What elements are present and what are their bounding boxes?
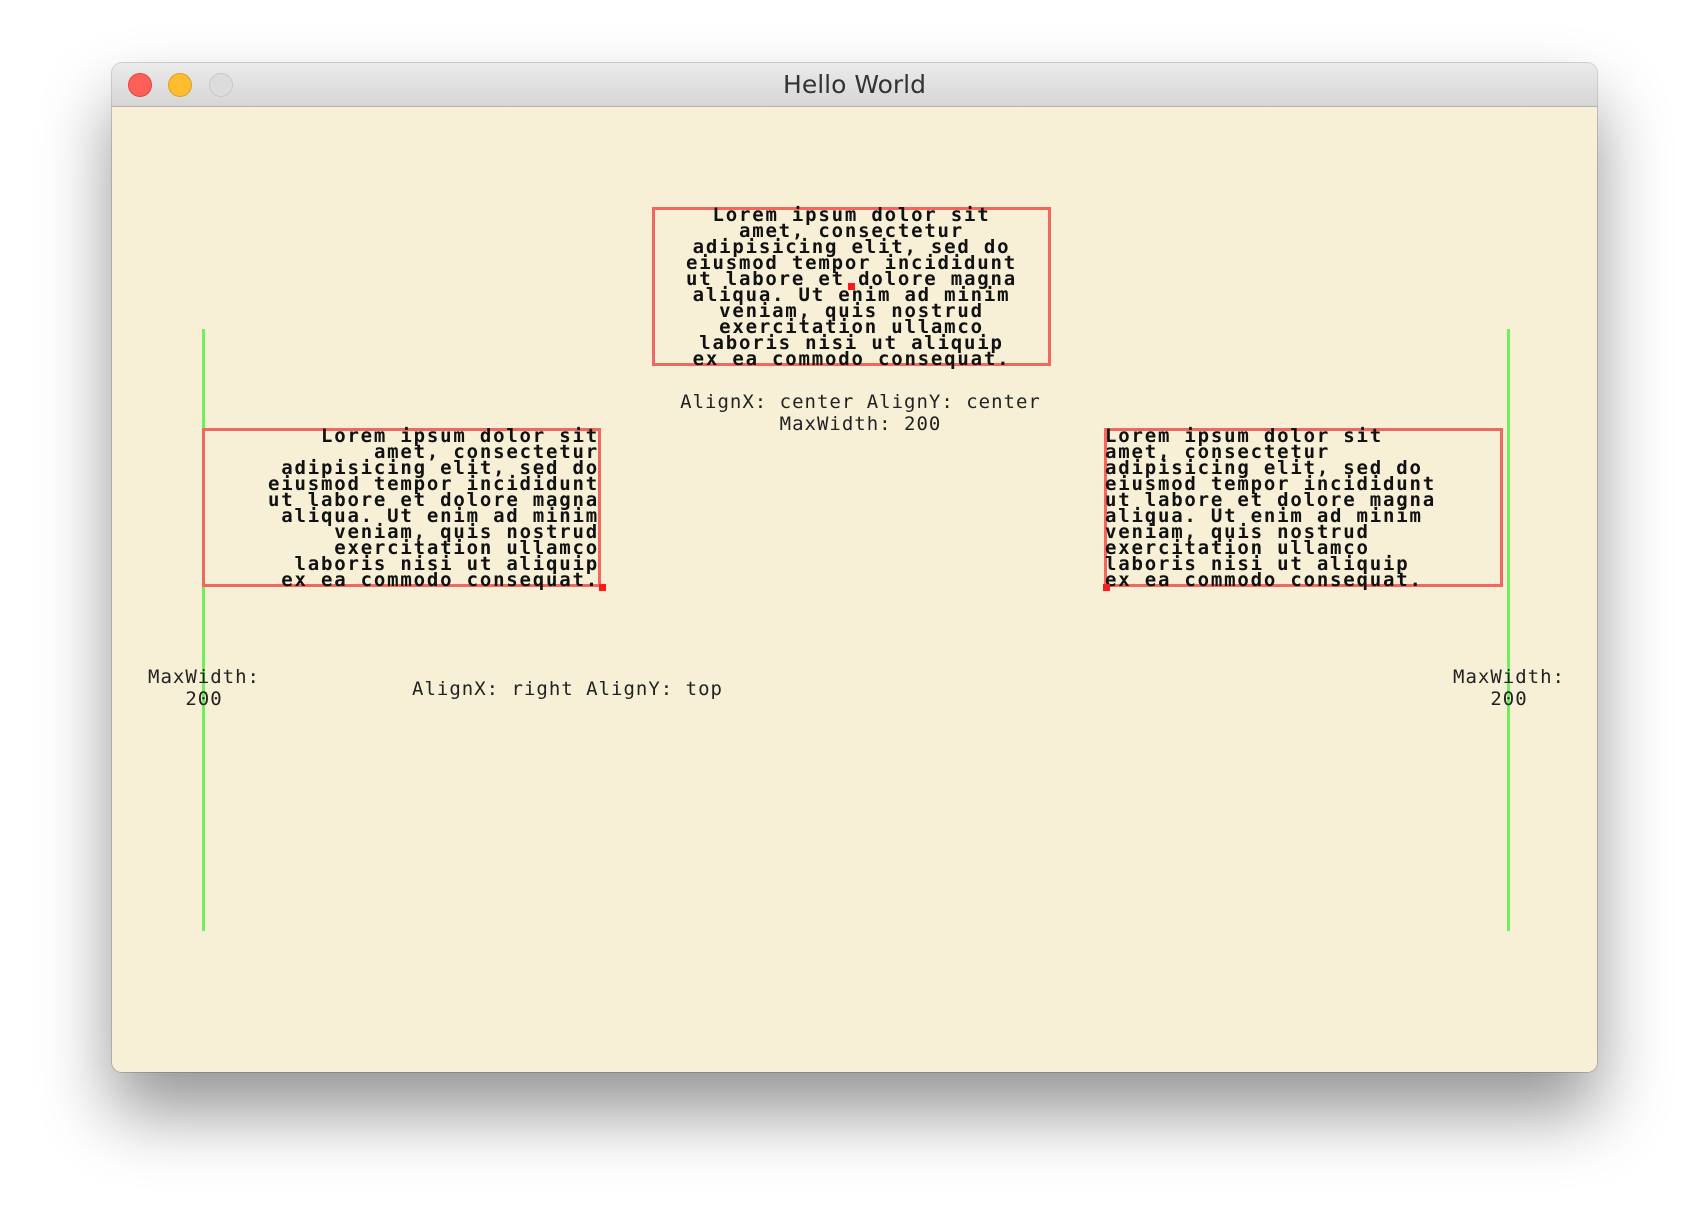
top-anchor-dot (848, 283, 855, 290)
render-canvas: Lorem ipsum dolor sit amet, consectetur ad… (112, 107, 1597, 1072)
left-lorem-line: ex ea commodo consequat. (281, 569, 599, 591)
app-window: Hello World Lorem ipsum dolor sit amet, c… (112, 63, 1597, 1072)
title-bar[interactable]: Hello World (112, 63, 1597, 107)
left-anchor-dot (599, 584, 606, 591)
right-maxwidth-label: MaxWidth: (1453, 666, 1565, 688)
right-anchor-dot (1103, 584, 1110, 591)
right-guide-line (1507, 329, 1510, 931)
top-lorem-line: ex ea commodo consequat. (692, 348, 1011, 370)
right-lorem-line: ex ea commodo consequat. (1105, 569, 1423, 591)
left-guide-line (202, 329, 205, 931)
left-maxwidth-value: 200 (185, 688, 223, 710)
left-align-label: AlignX: right AlignY: top (412, 678, 723, 700)
window-title: Hello World (783, 70, 926, 99)
right-maxwidth-value: 200 (1490, 688, 1528, 710)
top-align-label: AlignX: center AlignY: center (680, 391, 1041, 413)
left-maxwidth-label: MaxWidth: (148, 666, 260, 688)
top-maxwidth-label: MaxWidth: 200 (779, 413, 942, 435)
